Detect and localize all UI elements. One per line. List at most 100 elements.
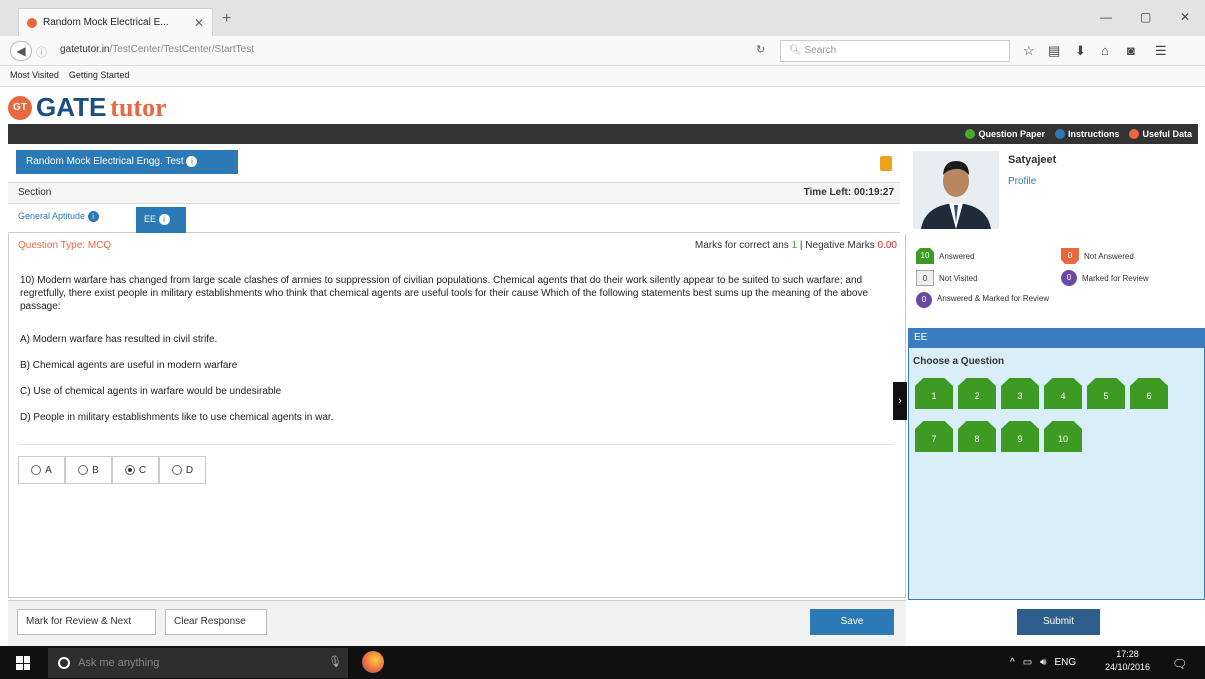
panel-toggle-button[interactable]: › <box>893 382 907 420</box>
info-icon[interactable]: i <box>158 214 170 226</box>
divider <box>18 444 894 445</box>
question-button-3[interactable]: 3 <box>1001 378 1039 409</box>
minimize-button[interactable]: — <box>1100 10 1112 24</box>
save-button[interactable]: Save <box>810 609 894 635</box>
question-button-4[interactable]: 4 <box>1044 378 1082 409</box>
choice-c-radio[interactable]: C <box>112 456 159 484</box>
reload-icon[interactable]: ↻ <box>756 43 765 56</box>
download-icon[interactable]: ⬇ <box>1075 43 1086 59</box>
firefox-icon[interactable] <box>362 651 384 673</box>
pocket-icon[interactable]: ◙ <box>1127 43 1135 58</box>
back-button[interactable]: ◀ <box>10 41 32 61</box>
browser-search-input[interactable]: 🔍︎ Search <box>780 40 1010 62</box>
tab-general-aptitude[interactable]: General Aptitude i <box>18 211 99 223</box>
home-icon[interactable]: ⌂ <box>1101 43 1109 58</box>
marked-review-count: 0 <box>1061 270 1077 286</box>
question-button-2[interactable]: 2 <box>958 378 996 409</box>
question-button-10[interactable]: 10 <box>1044 421 1082 452</box>
url-host: gatetutor.in <box>60 44 110 55</box>
favicon-icon <box>27 17 37 28</box>
submit-button[interactable]: Submit <box>1017 609 1100 635</box>
calculator-icon[interactable] <box>880 156 892 171</box>
new-tab-button[interactable]: + <box>222 10 231 28</box>
radio-checked-icon <box>124 465 135 475</box>
choice-a-radio[interactable]: A <box>18 456 65 484</box>
choice-d-label: D <box>185 464 194 476</box>
browser-tab[interactable]: Random Mock Electrical E... ✕ <box>18 8 213 36</box>
bookmark-most-visited[interactable]: Most Visited <box>10 70 59 83</box>
question-paper-link[interactable]: Question Paper <box>965 129 1045 139</box>
bookmark-getting-started[interactable]: Getting Started <box>69 70 130 83</box>
site-logo[interactable]: GT GATE tutor <box>8 92 167 123</box>
tray-chevron-icon[interactable]: ^ <box>1010 657 1015 668</box>
logo-text-tutor: tutor <box>110 92 167 122</box>
instructions-icon <box>1054 129 1065 139</box>
tab-title: Random Mock Electrical E... <box>43 17 169 28</box>
choice-b-label: B <box>92 464 99 476</box>
volume-icon[interactable]: 🔊︎ <box>1040 657 1046 668</box>
legend-not-answered: 0 Not Answered <box>1061 248 1134 264</box>
info-icon[interactable]: ⓘ <box>36 44 47 60</box>
question-text: 10) Modern warfare has changed from larg… <box>20 275 869 312</box>
question-type: Question Type: MCQ <box>18 240 112 251</box>
windows-start-icon[interactable] <box>16 656 30 670</box>
option-c-text: C) Use of chemical agents in warfare wou… <box>20 386 282 397</box>
microphone-icon[interactable]: 🎙︎ <box>328 655 342 668</box>
test-info-icon[interactable]: i <box>186 156 198 167</box>
useful-data-link[interactable]: Useful Data <box>1129 129 1192 139</box>
logo-badge: GT <box>8 95 32 120</box>
option-d-text: D) People in military establishments lik… <box>20 412 334 423</box>
user-name: Satyajeet <box>1008 154 1057 166</box>
menu-icon[interactable]: ☰ <box>1155 43 1167 59</box>
url-bar[interactable]: gatetutor.in/TestCenter/TestCenter/Start… <box>60 44 254 55</box>
marks-negative: 0.00 <box>877 240 897 251</box>
library-icon[interactable]: ▤ <box>1048 43 1060 59</box>
question-button-8[interactable]: 8 <box>958 421 996 452</box>
search-placeholder: Search <box>804 45 837 56</box>
test-name: Random Mock Electrical Engg. Test <box>26 156 184 168</box>
not-answered-label: Not Answered <box>1084 252 1134 261</box>
info-icon[interactable]: i <box>87 211 99 223</box>
section-label: Section <box>18 187 52 198</box>
useful-data-icon <box>1129 129 1140 139</box>
avatar <box>913 151 999 229</box>
radio-icon <box>31 465 42 475</box>
marks-correct: 1 <box>791 240 798 251</box>
close-window-button[interactable]: ✕ <box>1180 10 1190 24</box>
clear-response-button[interactable]: Clear Response <box>165 609 267 635</box>
question-button-1[interactable]: 1 <box>915 378 953 409</box>
option-a-text: A) Modern warfare has resulted in civil … <box>20 334 218 345</box>
palette-section-header: EE <box>908 328 1205 348</box>
tab-ee[interactable]: EE i <box>136 207 186 233</box>
question-button-9[interactable]: 9 <box>1001 421 1039 452</box>
question-button-6[interactable]: 6 <box>1130 378 1168 409</box>
radio-icon <box>78 465 89 475</box>
instructions-link[interactable]: Instructions <box>1054 129 1119 139</box>
profile-link[interactable]: Profile <box>1008 176 1036 187</box>
network-icon[interactable]: ▭ <box>1023 657 1032 668</box>
taskbar-clock[interactable]: 17:28 24/10/2016 <box>1105 648 1150 674</box>
notification-icon[interactable]: 🗨︎ <box>1172 657 1187 671</box>
question-palette: Choose a Question 1 2 3 4 5 6 7 8 9 10 <box>908 348 1205 600</box>
exam-top-bar: Question Paper Instructions Useful Data <box>8 124 1198 144</box>
choice-d-radio[interactable]: D <box>159 456 206 484</box>
mark-review-next-button[interactable]: Mark for Review & Next <box>17 609 156 635</box>
legend-not-visited: 0 Not Visited <box>916 270 978 286</box>
bookmark-star-icon[interactable]: ☆ <box>1023 43 1035 59</box>
question-button-5[interactable]: 5 <box>1087 378 1125 409</box>
cortana-icon <box>58 657 70 669</box>
time-left: Time Left: 00:19:27 <box>803 187 894 198</box>
language-indicator[interactable]: ENG <box>1054 657 1076 668</box>
bookmarks-bar: Most Visited Getting Started <box>0 67 1205 87</box>
maximize-button[interactable]: ▢ <box>1140 10 1151 24</box>
clock-date: 24/10/2016 <box>1105 662 1151 672</box>
question-button-7[interactable]: 7 <box>915 421 953 452</box>
choice-b-radio[interactable]: B <box>65 456 112 484</box>
option-b-text: B) Chemical agents are useful in modern … <box>20 360 238 371</box>
marked-review-label: Marked for Review <box>1082 274 1149 283</box>
palette-heading: Choose a Question <box>913 356 1005 367</box>
choice-c-label: C <box>138 464 147 476</box>
tab-close-icon[interactable]: ✕ <box>194 16 204 30</box>
test-name-button[interactable]: Random Mock Electrical Engg. Test i <box>16 150 238 174</box>
taskbar-search[interactable]: Ask me anything <box>48 648 348 678</box>
